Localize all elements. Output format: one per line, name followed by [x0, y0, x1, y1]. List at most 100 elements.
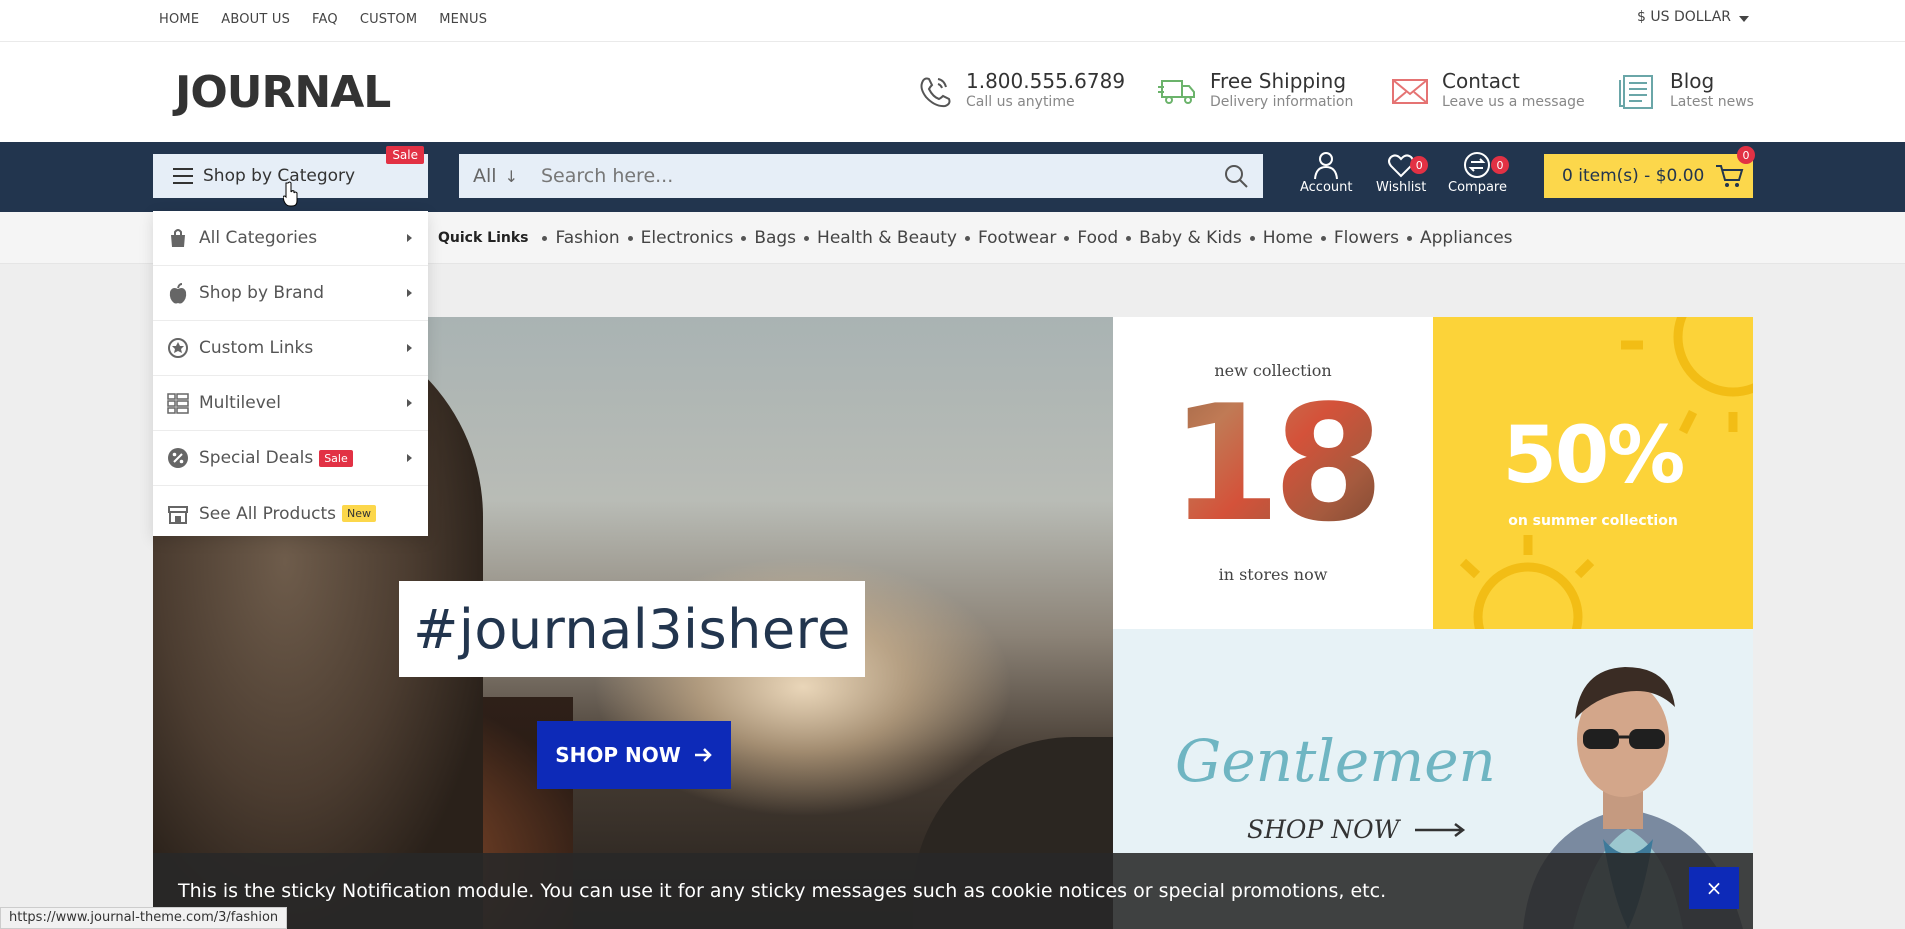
quick-links-title: Quick Links: [438, 230, 529, 246]
dropdown-label: Special Deals: [199, 448, 314, 468]
quick-link-flowers[interactable]: Flowers: [1313, 228, 1399, 248]
chevron-right-icon: [407, 454, 412, 462]
apple-icon: [169, 283, 187, 304]
collection-bottom-text: in stores now: [1218, 565, 1328, 584]
dropdown-item-see-all-products[interactable]: See All Products New: [153, 486, 428, 541]
truck-icon: [1158, 80, 1195, 104]
account-label: Account: [1300, 180, 1353, 195]
dropdown-item-multilevel[interactable]: Multilevel: [153, 376, 428, 431]
quick-link-electronics[interactable]: Electronics: [620, 228, 734, 248]
top-nav-about[interactable]: ABOUT US: [221, 12, 290, 27]
news-icon: [1619, 75, 1653, 109]
compare-button[interactable]: Compare 0: [1448, 150, 1509, 195]
dropdown-label: Shop by Brand: [199, 283, 325, 303]
quick-link-baby-kids[interactable]: Baby & Kids: [1118, 228, 1242, 248]
wishlist-button[interactable]: Wishlist 0: [1376, 150, 1429, 195]
chevron-right-icon: [407, 399, 412, 407]
dropdown-label: Custom Links: [199, 338, 314, 358]
shipping-title: Free Shipping: [1210, 69, 1347, 93]
logo[interactable]: JOURNAL: [175, 67, 391, 118]
compare-label: Compare: [1448, 180, 1507, 195]
gentlemen-shop-now-label: SHOP NOW: [1247, 815, 1400, 844]
search-icon: [1225, 165, 1248, 188]
cart-icon: [1716, 165, 1744, 187]
header-shipping[interactable]: Free Shipping Delivery information: [1158, 69, 1353, 111]
menu-icon: [173, 168, 193, 184]
browser-status-url: https://www.journal-theme.com/3/fashion: [0, 907, 288, 929]
dropdown-label: Multilevel: [199, 393, 281, 413]
blog-title: Blog: [1670, 69, 1715, 93]
grid-icon: [167, 393, 189, 414]
dropdown-item-custom-links[interactable]: Custom Links: [153, 321, 428, 376]
quick-link-bags[interactable]: Bags: [733, 228, 796, 248]
arrow-down-icon: ↓: [504, 166, 518, 186]
hero-hashtag: #journal3ishere: [399, 581, 865, 677]
search-button[interactable]: [1209, 154, 1263, 198]
top-nav-menus[interactable]: MENUS: [439, 12, 487, 27]
compare-icon: [1464, 152, 1491, 178]
sale-badge: Sale: [319, 449, 353, 467]
sticky-notification: This is the sticky Notification module. …: [153, 853, 1753, 929]
dropdown-item-all-categories[interactable]: All Categories: [153, 211, 428, 266]
contact-title: Contact: [1442, 69, 1520, 93]
search-category-label: All: [473, 165, 497, 187]
new-badge: New: [342, 505, 376, 522]
banner-summer-sale[interactable]: 50% on summer collection: [1433, 317, 1753, 629]
star-circle-icon: [168, 338, 188, 358]
quick-link-fashion[interactable]: Fashion: [534, 228, 619, 248]
quick-link-appliances[interactable]: Appliances: [1399, 228, 1513, 248]
hero-shop-now-button[interactable]: SHOP NOW: [537, 721, 731, 789]
close-button[interactable]: ×: [1689, 867, 1739, 909]
category-dropdown: All Categories Shop by Brand Custom Link…: [153, 211, 428, 536]
header-phone[interactable]: 1.800.555.6789 Call us anytime: [914, 69, 1125, 111]
wishlist-label: Wishlist: [1376, 180, 1427, 195]
hand-cursor-icon: [283, 181, 298, 207]
dropdown-label: See All Products: [199, 503, 336, 524]
store-icon: [168, 505, 188, 524]
top-nav-home[interactable]: HOME: [159, 12, 199, 27]
shop-by-category-label: Shop by Category: [203, 166, 356, 186]
percent-icon: [168, 448, 188, 468]
cart-count-badge: 0: [1737, 146, 1755, 164]
search-input[interactable]: [531, 154, 1209, 198]
sale-percent: 50%: [1502, 411, 1686, 501]
gentlemen-title: Gentlemen: [1175, 727, 1496, 795]
blog-subtitle: Latest news: [1670, 94, 1754, 110]
quick-link-health-beauty[interactable]: Health & Beauty: [796, 228, 957, 248]
gentlemen-shop-now[interactable]: SHOP NOW: [1247, 815, 1467, 844]
bag-icon: [171, 229, 185, 247]
cart-button[interactable]: 0 item(s) - $0.00 0: [1544, 146, 1755, 198]
phone-subtitle: Call us anytime: [966, 94, 1075, 110]
dropdown-item-special-deals[interactable]: Special Deals Sale: [153, 431, 428, 486]
quick-links-list: Quick Links Fashion Electronics Bags Hea…: [438, 212, 1513, 264]
contact-subtitle: Leave us a message: [1442, 94, 1585, 110]
phone-number: 1.800.555.6789: [966, 69, 1126, 93]
header-blog[interactable]: Blog Latest news: [1618, 69, 1754, 111]
quick-link-food[interactable]: Food: [1056, 228, 1118, 248]
notification-text: This is the sticky Notification module. …: [178, 880, 1387, 902]
dropdown-label: All Categories: [199, 228, 318, 248]
top-nav-faq[interactable]: FAQ: [312, 12, 338, 27]
top-nav: HOME ABOUT US FAQ CUSTOM MENUS: [159, 0, 509, 38]
quick-link-footwear[interactable]: Footwear: [957, 228, 1056, 248]
currency-label: $ US DOLLAR: [1637, 9, 1731, 25]
header-contact[interactable]: Contact Leave us a message: [1390, 69, 1585, 111]
search-bar: All ↓: [459, 154, 1263, 198]
banner-new-collection[interactable]: new collection 18 in stores now: [1113, 317, 1433, 629]
top-nav-custom[interactable]: CUSTOM: [360, 12, 417, 27]
mail-icon: [1392, 79, 1428, 104]
wishlist-count-badge: 0: [1410, 156, 1429, 174]
account-button[interactable]: Account: [1300, 150, 1353, 195]
sale-badge: Sale: [386, 146, 424, 164]
cart-label: 0 item(s) - $0.00: [1562, 166, 1705, 186]
chevron-right-icon: [407, 289, 412, 297]
dropdown-item-shop-by-brand[interactable]: Shop by Brand: [153, 266, 428, 321]
quick-link-home[interactable]: Home: [1242, 228, 1313, 248]
hero-shop-now-label: SHOP NOW: [555, 743, 681, 767]
user-icon: [1314, 152, 1339, 180]
search-category-select[interactable]: All ↓: [459, 165, 531, 187]
chevron-down-icon: [1739, 16, 1749, 22]
phone-icon: [920, 77, 951, 108]
currency-selector[interactable]: $ US DOLLAR: [1637, 9, 1749, 25]
collection-number: 18: [1113, 379, 1433, 549]
